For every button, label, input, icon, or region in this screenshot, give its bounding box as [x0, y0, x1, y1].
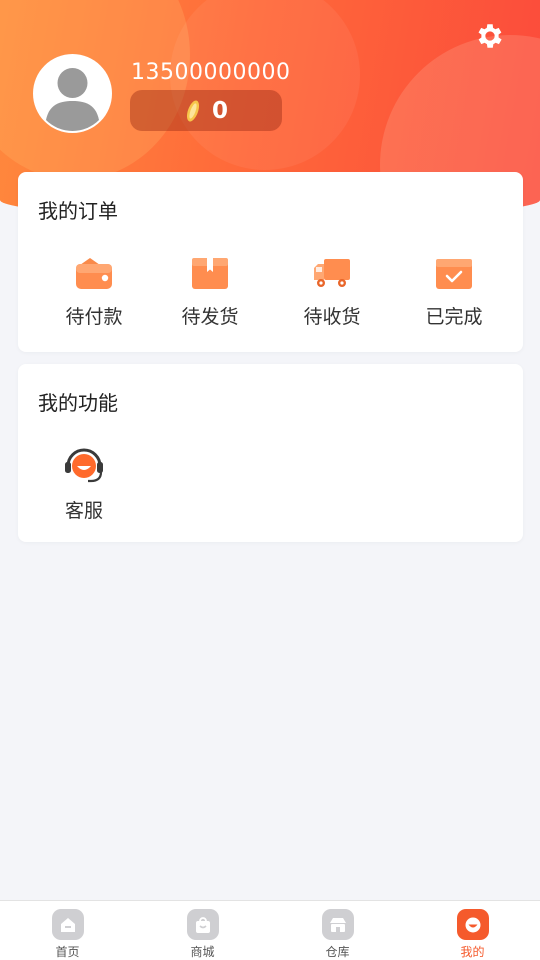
tab-mine[interactable]: 我的 [405, 901, 540, 960]
tab-label: 首页 [55, 945, 80, 959]
headset-icon [65, 448, 103, 483]
coin-icon [186, 100, 200, 122]
wallet-icon [76, 258, 112, 289]
order-item-label: 待发货 [181, 306, 239, 328]
coin-balance[interactable]: 0 [130, 90, 282, 131]
customer-service-button[interactable]: 客服 [34, 444, 134, 523]
settings-button[interactable] [472, 18, 508, 54]
profile-icon [456, 909, 489, 940]
function-item-label: 客服 [64, 500, 103, 522]
order-item-label: 待付款 [65, 306, 123, 328]
user-phone: 13500000000 [131, 60, 291, 85]
order-pending-payment[interactable]: 待付款 [44, 256, 144, 329]
coin-value: 0 [212, 97, 229, 124]
tab-warehouse[interactable]: 仓库 [270, 901, 405, 960]
tab-mall[interactable]: 商城 [135, 901, 270, 960]
order-item-label: 已完成 [425, 306, 483, 328]
order-completed[interactable]: 已完成 [404, 256, 504, 329]
user-avatar-icon [35, 56, 110, 131]
tab-label: 仓库 [325, 945, 350, 959]
home-icon [51, 909, 84, 940]
done-box-icon [436, 259, 472, 289]
order-pending-shipment[interactable]: 待发货 [160, 256, 260, 329]
functions-card: 我的功能 客服 [18, 364, 523, 542]
truck-icon [314, 259, 350, 287]
tab-label: 商城 [190, 945, 215, 959]
order-pending-receipt[interactable]: 待收货 [282, 256, 382, 329]
functions-title: 我的功能 [38, 391, 118, 415]
tab-home[interactable]: 首页 [0, 901, 135, 960]
profile-page: 13500000000 0 我的订单 待付款 待发货 待收货 已完成 我的功能 … [0, 0, 540, 960]
bottom-tab-bar: 首页 商城 仓库 我的 [0, 900, 540, 960]
box-icon [192, 258, 228, 289]
gear-icon [478, 24, 502, 48]
header-decoration [170, 0, 360, 170]
tab-label: 我的 [460, 945, 485, 959]
shopping-bag-icon [186, 909, 219, 940]
avatar[interactable] [33, 54, 112, 133]
order-item-label: 待收货 [303, 306, 361, 328]
orders-card: 我的订单 待付款 待发货 待收货 已完成 [18, 172, 523, 352]
orders-title: 我的订单 [38, 199, 118, 223]
warehouse-icon [321, 909, 354, 940]
